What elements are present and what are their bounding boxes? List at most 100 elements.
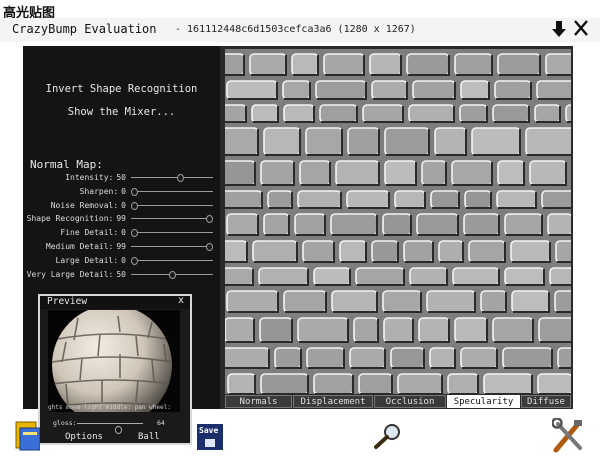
save-button[interactable]: Save [197, 424, 223, 450]
normal-map-heading: Normal Map: [30, 158, 103, 171]
preview-title: Preview [47, 296, 88, 307]
slider-value: 99 [116, 242, 126, 251]
cobblestone [390, 347, 425, 369]
slider-value: 0 [121, 228, 126, 237]
slider-name: Fine Detail: [60, 228, 119, 237]
slider-label: Shape Recognition: 99 [27, 212, 126, 225]
cobblestone [421, 160, 447, 186]
slider-label: Intensity: 50 [65, 171, 126, 184]
cobblestone [549, 267, 571, 286]
cobblestone [403, 240, 434, 263]
cobblestone [502, 347, 553, 369]
preview-ball-viewport[interactable] [48, 310, 180, 412]
slider-knob[interactable] [206, 243, 213, 251]
slider-name: Noise Removal: [50, 201, 119, 210]
cobblestone [369, 53, 402, 76]
slider-track[interactable] [131, 191, 213, 192]
slider-value: 0 [121, 187, 126, 196]
tab-displacement[interactable]: Displacement [293, 395, 373, 408]
cobblestone [297, 317, 349, 343]
tab-specularity[interactable]: Specularity [447, 395, 520, 408]
slider-track[interactable] [131, 246, 213, 247]
slider-knob[interactable] [131, 229, 138, 237]
slider-value: 50 [116, 270, 126, 279]
cobblestone [267, 190, 293, 209]
cobblestone [226, 290, 279, 313]
gloss-slider-row: gloss: 64 [45, 417, 185, 434]
tab-occlusion[interactable]: Occlusion [374, 395, 446, 408]
cobblestone [412, 80, 456, 100]
cobblestone [418, 317, 450, 343]
slider-knob[interactable] [131, 257, 138, 265]
slider-knob[interactable] [131, 188, 138, 196]
cobblestone [323, 53, 365, 76]
arrow-down-icon[interactable] [552, 20, 566, 38]
cobblestone [537, 373, 571, 394]
cobblestone [504, 267, 545, 286]
cobblestone [263, 127, 301, 156]
cobblestone [434, 127, 467, 156]
tab-diffuse[interactable]: Diffuse [521, 395, 571, 408]
tools-icon[interactable] [552, 418, 584, 454]
cobblestone [302, 240, 335, 263]
close-icon[interactable] [573, 19, 589, 37]
slider-label: Very Large Detail: 50 [27, 268, 126, 281]
cobblestone [554, 290, 571, 313]
cobblestone [394, 190, 426, 209]
slider-track[interactable] [131, 205, 213, 206]
gloss-value: 64 [157, 419, 165, 427]
preview-shape-ball-button[interactable]: Ball [138, 432, 160, 442]
cobblestone [371, 80, 408, 100]
slider-knob[interactable] [169, 271, 176, 279]
slider-knob[interactable] [131, 202, 138, 210]
preview-mouse-hints: ghts move light middle: pan wheel: [48, 404, 171, 411]
slider-row: Medium Detail: 99 [30, 240, 215, 253]
cobblestone [305, 127, 343, 156]
preview-close-button[interactable]: x [178, 295, 184, 306]
texture-view[interactable] [225, 49, 571, 394]
slider-value: 50 [116, 173, 126, 182]
slider-name: Large Detail: [55, 256, 119, 265]
cobblestone [406, 53, 450, 76]
open-folder-icon[interactable] [14, 418, 40, 452]
cobblestone [454, 317, 488, 343]
cobblestone [382, 290, 422, 313]
slider-track[interactable] [131, 232, 213, 233]
cobblestone [408, 104, 455, 123]
gloss-slider[interactable] [77, 423, 143, 434]
slider-track[interactable] [131, 177, 213, 178]
cobblestone [283, 290, 327, 313]
slider-track[interactable] [131, 260, 213, 261]
cobblestone [468, 240, 506, 263]
cobblestone [382, 213, 412, 236]
slider-knob[interactable] [206, 215, 213, 223]
cobblestone [313, 267, 351, 286]
cobblestone [227, 373, 256, 394]
slider-label: Sharpen: 0 [80, 185, 126, 198]
gloss-slider-knob[interactable] [115, 426, 122, 434]
cobblestone [306, 347, 345, 369]
invert-shape-recognition-button[interactable]: Invert Shape Recognition [23, 83, 220, 95]
cobblestone [492, 104, 530, 123]
cobblestone [263, 213, 290, 236]
cobblestone [225, 53, 245, 76]
cobblestone [426, 290, 476, 313]
cobblestone [313, 373, 354, 394]
cobblestone [384, 160, 417, 186]
slider-name: Very Large Detail: [26, 270, 114, 279]
slider-row: Intensity: 50 [30, 171, 215, 184]
slider-track[interactable] [131, 218, 213, 219]
tab-normals[interactable]: Normals [225, 395, 292, 408]
preview-options-button[interactable]: Options [65, 432, 103, 442]
magnifier-icon[interactable] [372, 422, 404, 450]
cobblestone [330, 213, 378, 236]
cobblestone [429, 347, 456, 369]
cobblestone [353, 317, 379, 343]
cobblestone [557, 347, 571, 369]
cobblestone [430, 190, 460, 209]
slider-knob[interactable] [177, 174, 184, 182]
show-mixer-button[interactable]: Show the Mixer... [23, 106, 220, 118]
slider-name: Medium Detail: [45, 242, 114, 251]
slider-label: Large Detail: 0 [56, 254, 126, 267]
cobblestone [283, 104, 315, 123]
